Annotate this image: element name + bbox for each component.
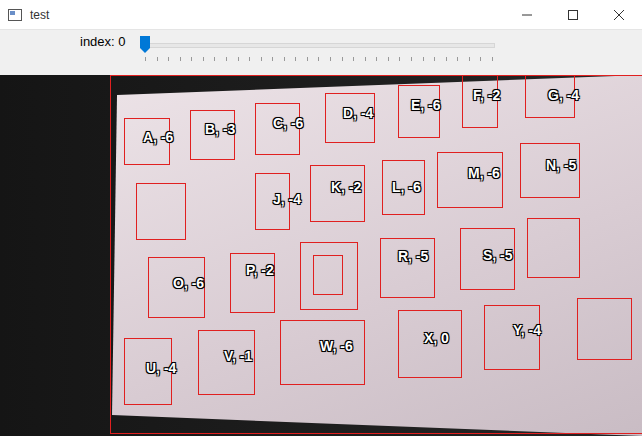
tick-mark <box>457 57 458 61</box>
tick-mark <box>434 57 435 61</box>
detection-label: B, -3 <box>205 122 235 137</box>
tick-mark <box>272 57 273 61</box>
tick-mark <box>330 57 331 61</box>
detection-label: L, -6 <box>392 180 421 195</box>
detection-label: U, -4 <box>146 361 176 376</box>
tick-mark <box>411 57 412 61</box>
tick-mark <box>492 57 493 61</box>
minimize-icon <box>522 10 532 20</box>
tick-mark <box>284 57 285 61</box>
detection-label: Y, -4 <box>513 323 541 338</box>
title-bar: test <box>0 0 642 30</box>
tick-mark <box>191 57 192 61</box>
detection-label: M, -6 <box>468 166 500 181</box>
detection-label: X, 0 <box>424 331 449 346</box>
detection-label: A, -6 <box>143 130 173 145</box>
detection-label: S, -5 <box>483 248 513 263</box>
tick-mark <box>318 57 319 61</box>
detection-label: P, -2 <box>246 263 274 278</box>
tick-mark <box>480 57 481 61</box>
tick-mark <box>249 57 250 61</box>
detection-label: F, -2 <box>473 88 500 103</box>
tick-mark <box>145 57 146 61</box>
detection-label: G, -4 <box>548 88 579 103</box>
tick-mark <box>214 57 215 61</box>
tick-mark <box>342 57 343 61</box>
window: test index: 0 A, -6 B, -3 C, -6 D, -4 E, -6 F, … <box>0 0 642 436</box>
detection-label: C, -6 <box>273 116 303 131</box>
detection-box <box>577 298 632 360</box>
window-title: test <box>30 8 504 22</box>
detection-box <box>230 253 275 313</box>
tick-mark <box>226 57 227 61</box>
trackbar-thumb[interactable] <box>139 35 151 54</box>
trackbar-ticks <box>145 57 493 61</box>
tick-mark <box>446 57 447 61</box>
detection-box <box>380 238 435 298</box>
detection-box <box>527 218 580 278</box>
maximize-icon <box>568 10 578 20</box>
detection-label: K, -2 <box>331 180 361 195</box>
detection-label: E, -6 <box>411 98 441 113</box>
tick-mark <box>168 57 169 61</box>
detection-label: D, -4 <box>343 106 373 121</box>
detection-box <box>300 242 358 310</box>
tick-mark <box>203 57 204 61</box>
window-icon <box>8 8 22 22</box>
tick-mark <box>295 57 296 61</box>
tick-mark <box>423 57 424 61</box>
tick-mark <box>399 57 400 61</box>
tick-mark <box>261 57 262 61</box>
trackbar-track[interactable] <box>145 43 495 48</box>
close-icon <box>614 10 624 20</box>
detection-label: W, -6 <box>320 339 353 354</box>
maximize-button[interactable] <box>550 0 596 29</box>
tick-mark <box>365 57 366 61</box>
detection-label: J, -4 <box>273 192 301 207</box>
tick-mark <box>353 57 354 61</box>
detection-label: O, -6 <box>173 276 204 291</box>
tick-mark <box>238 57 239 61</box>
detection-box <box>313 255 343 295</box>
detection-label: V, -1 <box>224 349 252 364</box>
trackbar-label: index: 0 <box>80 34 126 49</box>
close-button[interactable] <box>596 0 642 29</box>
tick-mark <box>180 57 181 61</box>
tick-mark <box>388 57 389 61</box>
camera-frame: A, -6 B, -3 C, -6 D, -4 E, -6 F, -2 G, -4 J, -4… <box>0 75 642 436</box>
tick-mark <box>307 57 308 61</box>
detection-label: N, -5 <box>546 158 576 173</box>
tick-mark <box>376 57 377 61</box>
tick-mark <box>157 57 158 61</box>
trackbar-panel: index: 0 <box>0 30 642 75</box>
detection-label: R, -5 <box>398 249 428 264</box>
detection-box <box>136 183 186 240</box>
minimize-button[interactable] <box>504 0 550 29</box>
tick-mark <box>469 57 470 61</box>
